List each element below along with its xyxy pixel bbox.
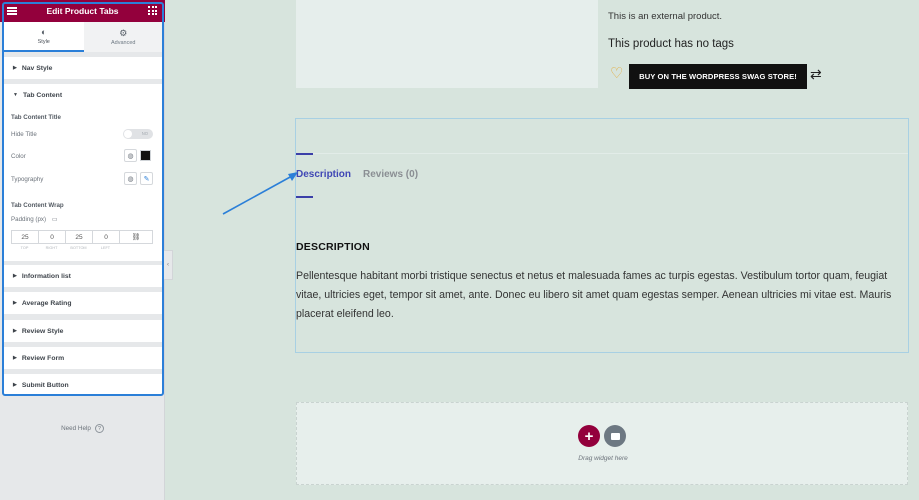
padding-left-label: LEFT	[100, 246, 111, 250]
tab-style-label: Style	[37, 39, 50, 45]
caret-right-icon: ▶	[13, 355, 17, 361]
padding-left-input[interactable]: 0	[93, 231, 120, 243]
section-average-rating-label: Average Rating	[21, 299, 72, 307]
drop-zone[interactable]: + Drag widget here	[296, 402, 908, 485]
padding-bottom-label: BOTTOM	[70, 246, 87, 250]
global-color-icon[interactable]: ◍	[124, 149, 137, 162]
tabs-divider	[296, 153, 908, 154]
section-nav-style[interactable]: ▶ Nav Style	[4, 57, 163, 79]
padding-top-label: TOP	[20, 246, 29, 250]
color-swatch[interactable]	[140, 150, 151, 161]
add-section-button[interactable]: +	[578, 425, 600, 447]
toggle-state: NO	[141, 131, 148, 136]
padding-top-input[interactable]: 25	[12, 231, 39, 243]
need-help-label: Need Help	[61, 425, 91, 432]
link-values-icon[interactable]: ⛓	[120, 231, 152, 243]
annotation-arrow-icon	[222, 172, 298, 215]
help-icon: ?	[94, 424, 104, 433]
padding-right-input[interactable]: 0	[39, 231, 66, 243]
compare-icon[interactable]: ⇄	[810, 65, 822, 83]
caret-right-icon: ▶	[13, 65, 17, 71]
caret-down-icon: ▼	[13, 92, 18, 98]
caret-right-icon: ▶	[13, 300, 17, 306]
section-information-list[interactable]: ▶ Information list	[4, 265, 163, 287]
tab-description[interactable]: Description	[296, 169, 351, 180]
section-review-style[interactable]: ▶ Review Style	[4, 320, 163, 342]
caret-right-icon: ▶	[13, 382, 17, 388]
section-tab-content-label: Tab Content	[22, 91, 63, 99]
section-review-style-label: Review Style	[21, 327, 64, 335]
widgets-grid-icon[interactable]	[148, 6, 157, 15]
folder-icon	[610, 432, 620, 440]
editor-panel: Edit Product Tabs ◐ Style ⚙ Advanced ▶ Na…	[0, 0, 165, 500]
tab-content-wrap-heading: Tab Content Wrap	[11, 202, 64, 209]
edit-typography-icon[interactable]: ✎	[140, 172, 153, 185]
template-library-button[interactable]	[604, 425, 626, 447]
section-submit-button[interactable]: ▶ Submit Button	[4, 374, 163, 394]
padding-dimension-labels: TOP RIGHT BOTTOM LEFT	[11, 246, 153, 250]
padding-bottom-input[interactable]: 25	[66, 231, 93, 243]
panel-tabs: ◐ Style ⚙ Advanced	[4, 22, 163, 52]
tab-style[interactable]: ◐ Style	[4, 22, 84, 52]
section-review-form[interactable]: ▶ Review Form	[4, 347, 163, 369]
active-tab-indicator-top	[296, 153, 313, 155]
product-image	[296, 0, 598, 88]
hide-title-toggle[interactable]: NO	[123, 129, 153, 139]
toggle-knob	[124, 130, 132, 138]
tags-text: This product has no tags	[608, 38, 734, 50]
hide-title-label: Hide Title	[11, 131, 37, 138]
gear-icon: ⚙	[119, 28, 128, 38]
section-information-list-label: Information list	[21, 272, 71, 280]
color-label: Color	[11, 153, 26, 160]
editor-window: Edit Product Tabs ◐ Style ⚙ Advanced ▶ Na…	[0, 0, 919, 500]
external-product-text: This is an external product.	[608, 11, 723, 22]
need-help-link[interactable]: Need Help ?	[0, 424, 165, 433]
preview-canvas: This is an external product. This produc…	[174, 0, 919, 500]
padding-label-text: Padding (px)	[11, 216, 47, 223]
tab-content-title-heading: Tab Content Title	[11, 114, 61, 121]
buy-button[interactable]: BUY ON THE WORDPRESS SWAG STORE!	[629, 64, 807, 89]
contrast-icon: ◐	[41, 27, 47, 37]
section-submit-button-label: Submit Button	[21, 381, 69, 389]
panel-header: Edit Product Tabs	[0, 0, 165, 22]
tab-advanced[interactable]: ⚙ Advanced	[83, 22, 163, 52]
section-average-rating[interactable]: ▶ Average Rating	[4, 292, 163, 314]
menu-icon[interactable]	[7, 7, 17, 15]
section-tab-content-header[interactable]: ▼ Tab Content	[4, 84, 163, 106]
collapse-panel-handle[interactable]: ‹	[164, 250, 173, 280]
tab-reviews[interactable]: Reviews (0)	[363, 169, 418, 180]
tab-advanced-label: Advanced	[111, 40, 136, 46]
description-heading: DESCRIPTION	[296, 241, 370, 253]
padding-right-label: RIGHT	[45, 246, 58, 250]
typography-label: Typography	[11, 176, 44, 183]
desktop-icon[interactable]: ▭	[52, 217, 58, 223]
caret-right-icon: ▶	[13, 328, 17, 334]
wishlist-heart-icon[interactable]: ♡	[610, 64, 623, 84]
drop-zone-text: Drag widget here	[578, 455, 628, 462]
padding-dimensions: 25 0 25 0 ⛓	[11, 230, 153, 244]
padding-label: Padding (px) ▭	[11, 216, 58, 223]
section-nav-style-label: Nav Style	[21, 64, 53, 72]
caret-right-icon: ▶	[13, 273, 17, 279]
global-typography-icon[interactable]: ◍	[124, 172, 137, 185]
panel-title: Edit Product Tabs	[46, 6, 119, 16]
section-review-form-label: Review Form	[21, 354, 65, 362]
product-tabs-widget[interactable]: Description Reviews (0) DESCRIPTION Pell…	[295, 118, 909, 353]
description-body: Pellentesque habitant morbi tristique se…	[296, 270, 892, 320]
